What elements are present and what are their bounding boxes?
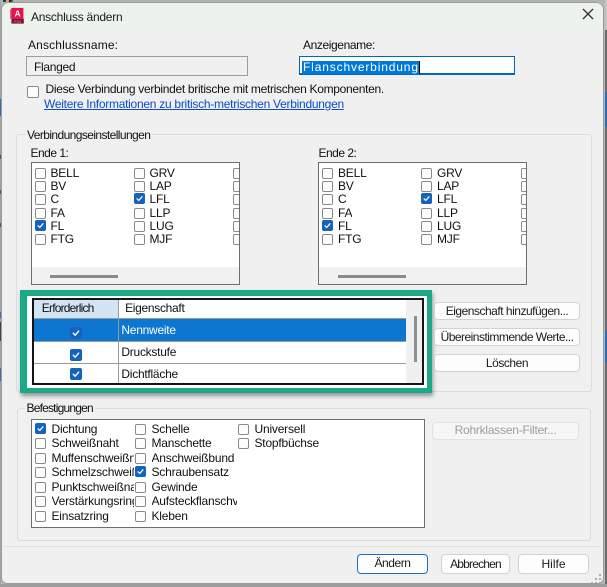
svg-text:A: A	[15, 9, 21, 18]
svg-text:P3D: P3D	[14, 19, 22, 23]
